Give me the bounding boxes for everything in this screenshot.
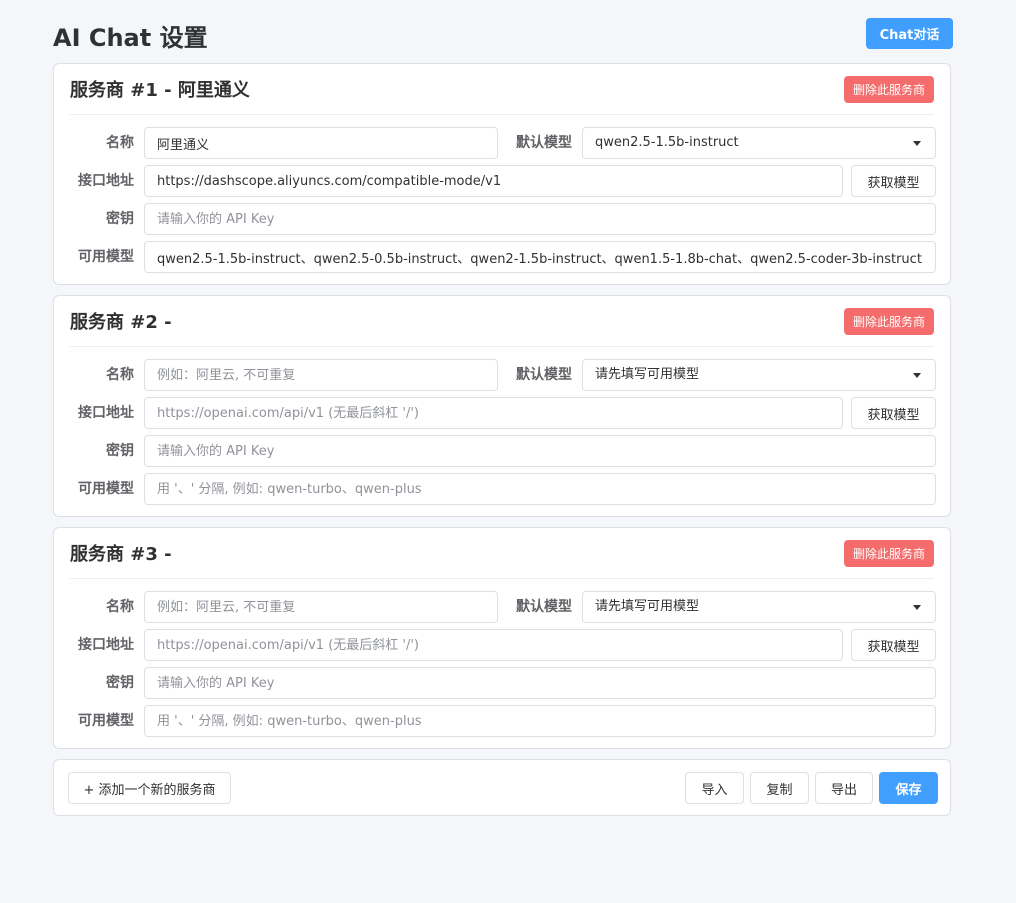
api-key-input[interactable]: [144, 435, 936, 467]
models-input[interactable]: [144, 705, 936, 737]
provider-card-header: 服务商 #1 - 阿里通义 删除此服务商: [70, 64, 934, 115]
default-model-label: 默认模型: [516, 367, 572, 383]
endpoint-label: 接口地址: [78, 405, 134, 421]
default-model-select[interactable]: 请先填写可用模型: [582, 359, 936, 391]
provider-card-3: 服务商 #3 - 删除此服务商 名称 默认模型 请先填写可用模型 接口地址 获取…: [53, 527, 951, 749]
copy-button[interactable]: 复制: [750, 772, 809, 804]
chevron-down-icon: [913, 373, 921, 378]
delete-provider-button[interactable]: 删除此服务商: [844, 76, 934, 103]
provider-card-2: 服务商 #2 - 删除此服务商 名称 默认模型 请先填写可用模型 接口地址 获取…: [53, 295, 951, 517]
models-label: 可用模型: [78, 713, 134, 729]
fetch-models-button[interactable]: 获取模型: [851, 629, 936, 661]
provider-title: 服务商 #1 - 阿里通义: [70, 80, 250, 101]
page-title: AI Chat 设置: [53, 24, 208, 52]
default-model-select[interactable]: 请先填写可用模型: [582, 591, 936, 623]
delete-provider-button[interactable]: 删除此服务商: [844, 540, 934, 567]
endpoint-label: 接口地址: [78, 637, 134, 653]
key-label: 密钥: [106, 211, 134, 227]
default-model-value: 请先填写可用模型: [595, 599, 700, 614]
export-button[interactable]: 导出: [815, 772, 873, 804]
footer-actions: + 添加一个新的服务商 导入 复制 导出 保存: [53, 759, 951, 816]
api-key-input[interactable]: [144, 667, 936, 699]
chevron-down-icon: [913, 141, 921, 146]
provider-card-1: 服务商 #1 - 阿里通义 删除此服务商 名称 默认模型 qwen2.5-1.5…: [53, 63, 951, 285]
name-input[interactable]: [144, 359, 498, 391]
fetch-models-button[interactable]: 获取模型: [851, 397, 936, 429]
name-input[interactable]: [144, 127, 498, 159]
name-label: 名称: [106, 367, 134, 383]
add-provider-button[interactable]: + 添加一个新的服务商: [68, 772, 231, 804]
provider-title: 服务商 #2 -: [70, 312, 172, 333]
endpoint-input[interactable]: [144, 397, 843, 429]
endpoint-input[interactable]: [144, 165, 843, 197]
page-header: AI Chat 设置 Chat对话: [53, 18, 953, 58]
models-label: 可用模型: [78, 249, 134, 265]
chevron-down-icon: [913, 605, 921, 610]
provider-card-header: 服务商 #3 - 删除此服务商: [70, 528, 934, 579]
fetch-models-button[interactable]: 获取模型: [851, 165, 936, 197]
api-key-input[interactable]: [144, 203, 936, 235]
models-input[interactable]: [144, 241, 936, 273]
name-label: 名称: [106, 599, 134, 615]
endpoint-label: 接口地址: [78, 173, 134, 189]
models-input[interactable]: [144, 473, 936, 505]
save-button[interactable]: 保存: [879, 772, 938, 804]
default-model-select[interactable]: qwen2.5-1.5b-instruct: [582, 127, 936, 159]
delete-provider-button[interactable]: 删除此服务商: [844, 308, 934, 335]
models-label: 可用模型: [78, 481, 134, 497]
provider-card-header: 服务商 #2 - 删除此服务商: [70, 296, 934, 347]
endpoint-input[interactable]: [144, 629, 843, 661]
chat-button[interactable]: Chat对话: [866, 18, 953, 49]
default-model-label: 默认模型: [516, 135, 572, 151]
key-label: 密钥: [106, 675, 134, 691]
default-model-value: 请先填写可用模型: [595, 367, 700, 382]
default-model-value: qwen2.5-1.5b-instruct: [595, 135, 739, 150]
key-label: 密钥: [106, 443, 134, 459]
provider-title: 服务商 #3 -: [70, 544, 172, 565]
name-label: 名称: [106, 135, 134, 151]
default-model-label: 默认模型: [516, 599, 572, 615]
import-button[interactable]: 导入: [685, 772, 744, 804]
name-input[interactable]: [144, 591, 498, 623]
